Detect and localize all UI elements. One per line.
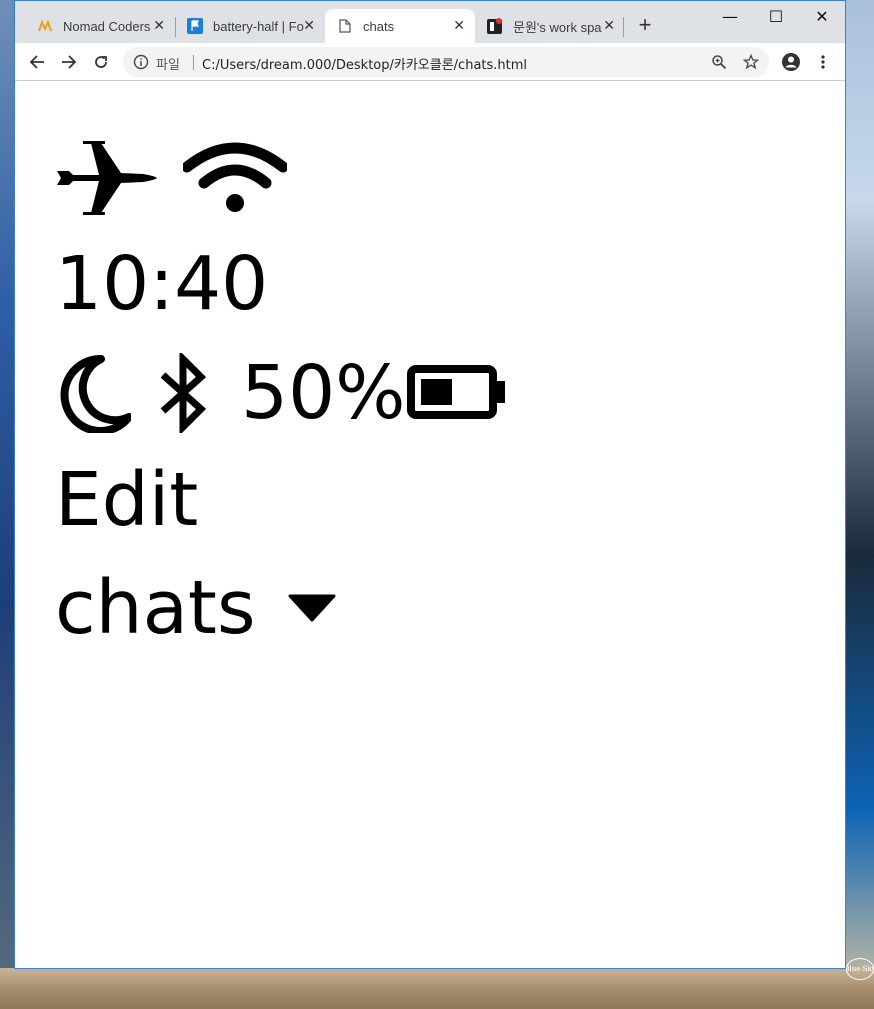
desktop-wallpaper-bottom (0, 968, 874, 1009)
document-icon (337, 18, 353, 34)
close-tab-icon[interactable]: ✕ (303, 18, 315, 32)
address-bar[interactable]: 파일 C:/Users/dream.000/Desktop/카카오클론/chat… (123, 47, 769, 77)
info-icon[interactable] (133, 54, 149, 70)
reload-icon (95, 56, 107, 68)
flag-icon (187, 18, 203, 34)
time-row: 10:40 (55, 247, 268, 321)
page-content: 10:40 50% Edit chats (15, 81, 845, 968)
close-tab-icon[interactable]: ✕ (453, 18, 465, 32)
back-arrow-icon (29, 55, 44, 69)
account-icon (782, 53, 800, 71)
more-vertical-icon (821, 55, 825, 69)
battery-percent: 50% (241, 350, 406, 436)
address-separator (193, 55, 194, 70)
tab-work-space[interactable]: 문원's work spa ✕ (475, 9, 625, 43)
wifi-icon (183, 142, 287, 212)
browser-toolbar: 파일 C:/Users/dream.000/Desktop/카카오클론/chat… (15, 43, 845, 81)
bookmark-star-icon[interactable] (743, 54, 759, 70)
notion-icon (487, 18, 503, 34)
caret-down-icon[interactable] (288, 593, 336, 623)
tab-title: battery-half | Fo (213, 18, 304, 34)
scheme-label: 파일 (156, 58, 180, 73)
wallpaper-watermark: Blue Sky (846, 958, 874, 980)
reload-button[interactable] (90, 51, 112, 73)
edit-button[interactable]: Edit (55, 463, 198, 537)
tab-title: 문원's work spa (513, 19, 602, 35)
tab-nomad-coders[interactable]: Nomad Coders ✕ (25, 9, 175, 43)
status-bar-top (55, 141, 287, 215)
minimize-button[interactable]: — (707, 7, 753, 27)
battery-fill (421, 379, 453, 405)
new-tab-button[interactable]: + (633, 13, 657, 37)
tab-strip: Nomad Coders ✕ battery-half | Fo ✕ chats… (15, 1, 845, 43)
back-button[interactable] (26, 51, 48, 73)
moon-icon (60, 354, 131, 433)
close-tab-icon[interactable]: ✕ (153, 18, 165, 32)
forward-button[interactable] (58, 51, 80, 73)
battery-half-icon (407, 365, 506, 419)
tab-chats[interactable]: chats ✕ (325, 9, 475, 43)
tab-separator (623, 17, 624, 37)
bluetooth-icon (160, 353, 207, 433)
chats-header: chats (55, 571, 336, 645)
airplane-icon (57, 141, 157, 215)
maximize-button[interactable]: ☐ (753, 7, 799, 27)
url-text[interactable]: C:/Users/dream.000/Desktop/카카오클론/chats.h… (202, 54, 527, 73)
desktop-wallpaper-right (846, 0, 874, 1009)
close-tab-icon[interactable]: ✕ (603, 18, 615, 32)
menu-button[interactable] (812, 51, 834, 73)
chats-title[interactable]: chats (55, 571, 256, 645)
status-bar-bottom: 50% (55, 353, 507, 433)
profile-button[interactable] (780, 51, 802, 73)
nomad-logo-icon (37, 18, 53, 34)
close-window-button[interactable]: ✕ (799, 7, 845, 27)
forward-arrow-icon (62, 55, 77, 69)
tab-title: chats (363, 18, 395, 34)
tab-battery-half[interactable]: battery-half | Fo ✕ (175, 9, 325, 43)
tab-title: Nomad Coders (63, 18, 151, 34)
clock-time: 10:40 (55, 241, 269, 327)
browser-window: Nomad Coders ✕ battery-half | Fo ✕ chats… (14, 0, 846, 969)
edit-row: Edit (55, 463, 198, 537)
zoom-icon[interactable] (711, 54, 727, 70)
